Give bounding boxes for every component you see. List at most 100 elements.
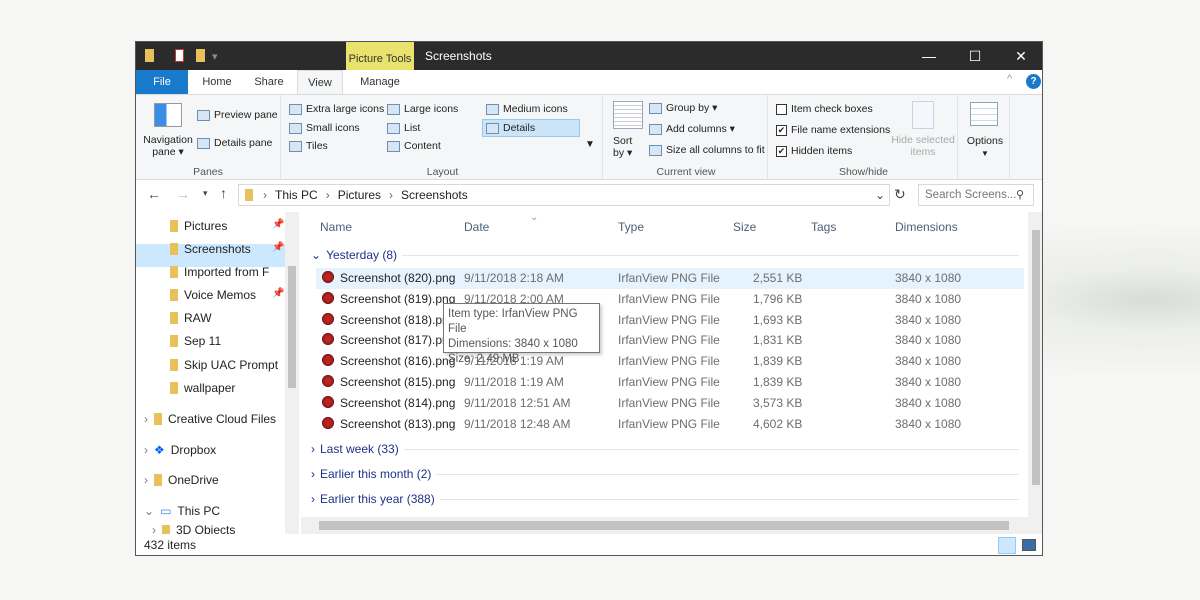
details-pane-label: Details pane <box>214 137 273 149</box>
refresh-icon[interactable]: ↻ <box>894 186 906 203</box>
file-row[interactable]: Screenshot (815).png 9/11/2018 1:19 AM I… <box>316 372 1024 393</box>
back-icon[interactable]: ← <box>147 186 161 202</box>
horizontal-scrollbar-thumb[interactable] <box>319 521 1009 530</box>
chevron-right-icon: › <box>311 442 315 456</box>
details-pane-button[interactable]: Details pane <box>197 137 272 149</box>
file-row[interactable]: Screenshot (816).png 9/11/2018 1:19 AM I… <box>316 351 1024 372</box>
irfanview-file-icon <box>321 353 335 368</box>
maximize-button[interactable]: ☐ <box>952 42 998 70</box>
column-header-size[interactable]: Size <box>733 220 756 234</box>
nav-item-wallpaper[interactable]: wallpaper <box>170 381 235 395</box>
help-icon[interactable]: ? <box>1026 74 1041 89</box>
layout-extra-large-icons[interactable]: Extra large icons <box>289 103 384 115</box>
layout-list[interactable]: List <box>387 122 420 134</box>
nav-item-dropbox[interactable]: › ❖ Dropbox <box>144 443 216 457</box>
nav-item-skip-uac[interactable]: Skip UAC Prompt <box>170 358 278 372</box>
nav-item-raw[interactable]: RAW <box>170 311 212 325</box>
tab-manage[interactable]: Manage <box>346 70 414 94</box>
layout-label: Extra large icons <box>306 103 385 115</box>
layout-details[interactable]: Details <box>482 119 580 137</box>
sort-by-button[interactable]: Sort by ▾ <box>613 135 641 159</box>
layout-medium-icons[interactable]: Medium icons <box>486 103 568 115</box>
nav-item-screenshots[interactable]: Screenshots <box>170 242 251 256</box>
file-size: 1,693 KB <box>753 312 803 327</box>
group-last-week[interactable]: › Last week (33) <box>311 442 1019 456</box>
group-by-button[interactable]: Group by ▾ <box>649 102 717 114</box>
tab-view[interactable]: View <box>297 70 343 94</box>
irfanview-file-icon <box>321 311 335 326</box>
chevron-down-icon: ⌄ <box>311 248 322 262</box>
nav-item-voice-memos[interactable]: Voice Memos <box>170 288 256 302</box>
column-header-date[interactable]: Date <box>464 220 489 234</box>
group-label: Last week (33) <box>320 442 399 456</box>
up-icon[interactable]: ↑ <box>220 185 227 201</box>
tab-home[interactable]: Home <box>194 70 240 94</box>
vertical-scrollbar-thumb[interactable] <box>1032 230 1040 485</box>
file-name-extensions-checkbox[interactable]: ✔ File name extensions <box>776 124 890 136</box>
nav-item-onedrive[interactable]: › OneDrive <box>144 473 219 487</box>
hidden-items-checkbox[interactable]: ✔ Hidden items <box>776 145 852 157</box>
navigation-pane-button[interactable]: Navigation pane ▾ <box>140 134 196 158</box>
file-row[interactable]: Screenshot (813).png 9/11/2018 12:48 AM … <box>316 414 1024 435</box>
hide-selected-icon <box>912 101 934 129</box>
details-view-button[interactable] <box>998 537 1016 554</box>
layout-expand-icon[interactable]: ▼ <box>585 139 595 150</box>
large-icons-view-button[interactable] <box>1022 539 1036 551</box>
pin-icon[interactable]: 📌 <box>272 242 284 253</box>
layout-content[interactable]: Content <box>387 140 441 152</box>
tab-file[interactable]: File <box>136 70 188 94</box>
breadcrumb-pictures[interactable]: Pictures <box>338 188 381 202</box>
group-earlier-this-month[interactable]: › Earlier this month (2) <box>311 467 1019 481</box>
file-row[interactable]: Screenshot (820).png 9/11/2018 2:18 AM I… <box>316 268 1024 289</box>
file-name: Screenshot (815).png <box>340 375 456 389</box>
item-check-boxes-checkbox[interactable]: Item check boxes <box>776 103 873 115</box>
address-bar[interactable]: › This PC › Pictures › Screenshots ⌄ <box>238 184 890 206</box>
breadcrumb-this-pc[interactable]: This PC <box>275 188 318 202</box>
file-type: IrfanView PNG File <box>618 395 720 410</box>
layout-large-icons[interactable]: Large icons <box>387 103 458 115</box>
nav-item-this-pc[interactable]: ⌄ ▭ This PC <box>144 504 220 518</box>
options-button[interactable]: Options <box>960 135 1010 147</box>
column-header-name[interactable]: Name <box>320 220 352 234</box>
address-dropdown-icon[interactable]: ⌄ <box>875 188 885 202</box>
vertical-scrollbar[interactable] <box>1028 212 1042 534</box>
breadcrumb-screenshots[interactable]: Screenshots <box>401 188 468 202</box>
pin-icon[interactable]: 📌 <box>272 288 284 299</box>
file-size: 2,551 KB <box>753 271 803 285</box>
column-header-tags[interactable]: Tags <box>811 220 836 234</box>
horizontal-scrollbar[interactable] <box>301 517 1028 534</box>
recent-locations-icon[interactable]: ▾ <box>203 188 208 199</box>
nav-scrollbar-thumb[interactable] <box>288 266 296 388</box>
nav-item-imported[interactable]: Imported from F <box>170 265 270 279</box>
group-yesterday[interactable]: ⌄ Yesterday (8) <box>311 248 1019 262</box>
file-row[interactable]: Screenshot (818).png 9/11/2018 2:00 AM I… <box>316 310 1024 331</box>
group-earlier-this-year[interactable]: › Earlier this year (388) <box>311 492 1019 506</box>
nav-item-sep-11[interactable]: Sep 11 <box>170 334 221 348</box>
layout-tiles[interactable]: Tiles <box>289 140 328 152</box>
nav-scrollbar[interactable] <box>285 212 299 534</box>
forward-icon[interactable]: → <box>176 186 190 202</box>
file-row[interactable]: Screenshot (817).png 9/11/2018 1:59 AM I… <box>316 330 1024 351</box>
size-columns-button[interactable]: Size all columns to fit <box>649 144 765 156</box>
collapse-ribbon-icon[interactable]: ^ <box>1007 73 1012 85</box>
preview-pane-button[interactable]: Preview pane <box>197 109 278 121</box>
nav-item-3d-objects[interactable]: › 3D Objects <box>152 525 235 534</box>
column-header-dimensions[interactable]: Dimensions <box>895 220 958 234</box>
add-columns-button[interactable]: Add columns ▾ <box>649 123 735 135</box>
nav-item-pictures[interactable]: Pictures <box>170 219 227 233</box>
file-row[interactable]: Screenshot (819).png 9/11/2018 2:00 AM I… <box>316 289 1024 310</box>
layout-small-icons[interactable]: Small icons <box>289 122 360 134</box>
new-folder-icon[interactable] <box>196 49 205 62</box>
nav-item-creative-cloud[interactable]: › Creative Cloud Files <box>144 412 276 426</box>
hide-selected-button[interactable]: Hide selected items <box>890 134 956 158</box>
group-by-icon <box>649 102 662 114</box>
pin-icon[interactable]: 📌 <box>272 219 284 230</box>
tab-share[interactable]: Share <box>246 70 292 94</box>
file-row[interactable]: Screenshot (814).png 9/11/2018 12:51 AM … <box>316 393 1024 414</box>
column-header-type[interactable]: Type <box>618 220 644 234</box>
customize-qat-icon[interactable]: ▾ <box>212 50 218 63</box>
close-button[interactable]: ✕ <box>998 42 1042 70</box>
properties-icon[interactable] <box>175 49 184 62</box>
minimize-button[interactable]: — <box>906 42 952 70</box>
file-dimensions: 3840 x 1080 <box>895 354 962 369</box>
